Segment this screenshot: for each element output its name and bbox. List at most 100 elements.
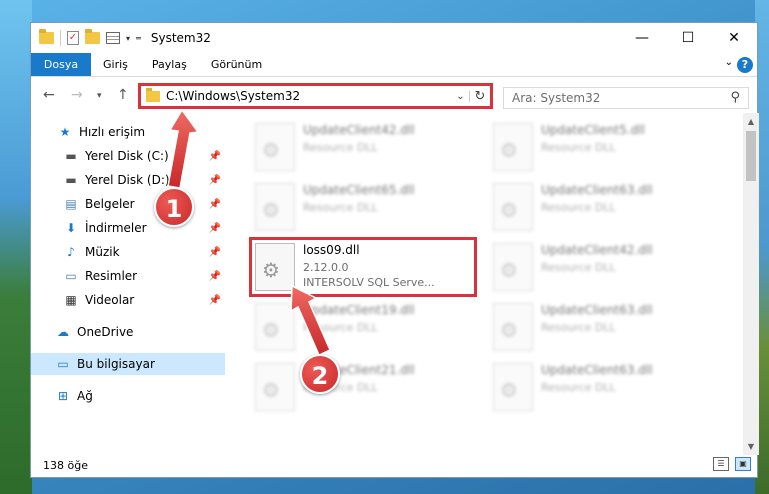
window-title: System32 xyxy=(150,31,211,45)
pin-icon[interactable]: 📌 xyxy=(209,199,221,210)
status-bar: 138 öğe ☰ ▣ xyxy=(31,453,759,477)
file-tile[interactable]: UpdateClient63.dll Resource DLL xyxy=(489,179,719,237)
dll-file-icon xyxy=(255,303,295,351)
search-input[interactable]: Ara: System32 ⚲ xyxy=(503,87,749,109)
nav-documents[interactable]: ▤ Belgeler 📌 xyxy=(31,193,225,215)
properties-icon[interactable] xyxy=(106,32,120,44)
file-type: Resource DLL xyxy=(303,321,378,334)
dll-file-icon xyxy=(493,243,533,291)
download-icon: ⬇ xyxy=(65,221,77,235)
file-tile[interactable]: UpdateClient42.dll Resource DLL xyxy=(489,239,719,297)
navigation-pane: ★ Hızlı erişim ▬ Yerel Disk (C:) 📌 ▬ Yer… xyxy=(31,113,225,455)
file-tile[interactable]: UpdateClient42.dll Resource DLL xyxy=(251,119,481,177)
scroll-thumb[interactable] xyxy=(746,131,756,181)
nav-quick-access[interactable]: ★ Hızlı erişim xyxy=(31,121,225,143)
computer-icon: ▭ xyxy=(57,357,69,371)
file-type: Resource DLL xyxy=(541,321,616,334)
nav-item-label: Yerel Disk (D:) xyxy=(85,173,170,187)
step-badge-1: 1 xyxy=(154,187,194,227)
close-button[interactable]: ✕ xyxy=(711,23,757,53)
title-bar[interactable]: ✓ ▾ ═ System32 — ☐ ✕ xyxy=(31,23,757,53)
details-view-icon[interactable]: ☰ xyxy=(713,457,729,471)
file-type: Resource DLL xyxy=(541,201,616,214)
file-highlight-box xyxy=(249,237,477,297)
dll-file-icon xyxy=(493,123,533,171)
folder-icon xyxy=(39,29,54,44)
refresh-icon[interactable]: ↻ xyxy=(470,89,490,104)
maximize-button[interactable]: ☐ xyxy=(665,23,711,53)
file-tile[interactable]: UpdateClient63.dll Resource DLL xyxy=(489,359,719,417)
dll-file-icon xyxy=(493,183,533,231)
pin-icon[interactable]: 📌 xyxy=(209,271,221,282)
content-area: ★ Hızlı erişim ▬ Yerel Disk (C:) 📌 ▬ Yer… xyxy=(31,113,759,455)
forward-arrow-icon[interactable]: → xyxy=(71,87,83,103)
step-badge-2: 2 xyxy=(300,354,340,394)
tab-file[interactable]: Dosya xyxy=(31,53,91,76)
chevron-down-icon[interactable]: ▾ xyxy=(126,34,130,43)
help-icon[interactable]: ? xyxy=(737,57,753,73)
scroll-up-icon[interactable]: ▲ xyxy=(743,117,759,126)
vertical-scrollbar[interactable]: ▲ ▼ xyxy=(743,113,759,455)
file-name: UpdateClient63.dll xyxy=(541,303,653,317)
back-arrow-icon[interactable]: ← xyxy=(43,87,55,103)
minimize-button[interactable]: — xyxy=(619,23,665,53)
nav-network[interactable]: ⊞ Ağ xyxy=(31,385,225,407)
nav-local-disk-c[interactable]: ▬ Yerel Disk (C:) 📌 xyxy=(31,145,225,167)
file-tile[interactable]: UpdateClient19.dll Resource DLL xyxy=(251,299,481,357)
new-folder-icon[interactable] xyxy=(85,29,100,44)
dll-file-icon xyxy=(255,123,295,171)
pin-icon[interactable]: 📌 xyxy=(209,175,221,186)
nav-local-disk-d[interactable]: ▬ Yerel Disk (D:) 📌 xyxy=(31,169,225,191)
nav-pictures[interactable]: ▭ Resimler 📌 xyxy=(31,265,225,287)
address-path[interactable]: C:\Windows\System32 xyxy=(166,89,452,103)
address-row: ← → ▾ ↑ C:\Windows\System32 ⌄ ↻ Ara: Sys… xyxy=(31,77,757,113)
file-name: UpdateClient65.dll xyxy=(303,183,415,197)
address-bar[interactable]: C:\Windows\System32 ⌄ ↻ xyxy=(138,83,493,109)
search-icon[interactable]: ⚲ xyxy=(730,90,740,105)
address-dropdown-icon[interactable]: ⌄ xyxy=(452,90,470,102)
network-icon: ⊞ xyxy=(57,389,69,403)
videos-icon: ▦ xyxy=(65,293,77,307)
pin-icon[interactable]: 📌 xyxy=(209,247,221,258)
nav-item-label: Belgeler xyxy=(85,197,135,211)
file-type: Resource DLL xyxy=(541,141,616,154)
properties-check-icon[interactable]: ✓ xyxy=(67,31,79,45)
nav-onedrive-label: OneDrive xyxy=(77,325,134,339)
customize-toolbar-icon[interactable]: ═ xyxy=(136,34,141,43)
dll-file-icon xyxy=(255,363,295,411)
nav-videos[interactable]: ▦ Videolar 📌 xyxy=(31,289,225,311)
pin-icon[interactable]: 📌 xyxy=(209,151,221,162)
recent-locations-icon[interactable]: ▾ xyxy=(97,91,102,101)
file-type: Resource DLL xyxy=(541,381,616,394)
file-tile[interactable]: UpdateClient65.dll Resource DLL xyxy=(251,179,481,237)
nav-network-label: Ağ xyxy=(77,389,93,403)
file-name: UpdateClient42.dll xyxy=(303,123,415,137)
nav-downloads[interactable]: ⬇ İndirmeler 📌 xyxy=(31,217,225,239)
file-type: Resource DLL xyxy=(303,141,378,154)
tab-view[interactable]: Görünüm xyxy=(199,53,274,76)
nav-this-pc-label: Bu bilgisayar xyxy=(77,357,155,371)
nav-onedrive[interactable]: ☁ OneDrive xyxy=(31,321,225,343)
nav-item-label: Resimler xyxy=(85,269,138,283)
desktop-background-left xyxy=(0,0,32,494)
nav-item-label: Müzik xyxy=(85,245,120,259)
scroll-down-icon[interactable]: ▼ xyxy=(743,442,759,451)
up-arrow-icon[interactable]: ↑ xyxy=(117,87,129,103)
item-count: 138 öğe xyxy=(43,458,88,472)
tab-home[interactable]: Giriş xyxy=(91,53,140,76)
file-name: UpdateClient63.dll xyxy=(541,363,653,377)
expand-ribbon-icon[interactable]: ⌄ xyxy=(725,57,733,68)
tab-share[interactable]: Paylaş xyxy=(140,53,199,76)
pin-icon[interactable]: 📌 xyxy=(209,223,221,234)
nav-music[interactable]: ♪ Müzik 📌 xyxy=(31,241,225,263)
file-tile[interactable]: UpdateClient21.dllResource DLL xyxy=(251,359,481,417)
documents-icon: ▤ xyxy=(65,197,77,211)
nav-this-pc[interactable]: ▭ Bu bilgisayar xyxy=(31,353,225,375)
file-tile[interactable]: UpdateClient63.dll Resource DLL xyxy=(489,299,719,357)
file-tile[interactable]: UpdateClient5.dll Resource DLL xyxy=(489,119,719,177)
explorer-window: ✓ ▾ ═ System32 — ☐ ✕ Dosya Giriş Paylaş … xyxy=(30,22,759,478)
divider xyxy=(60,30,61,46)
pin-icon[interactable]: 📌 xyxy=(209,295,221,306)
large-icons-view-icon[interactable]: ▣ xyxy=(735,457,751,471)
folder-icon xyxy=(146,87,160,102)
